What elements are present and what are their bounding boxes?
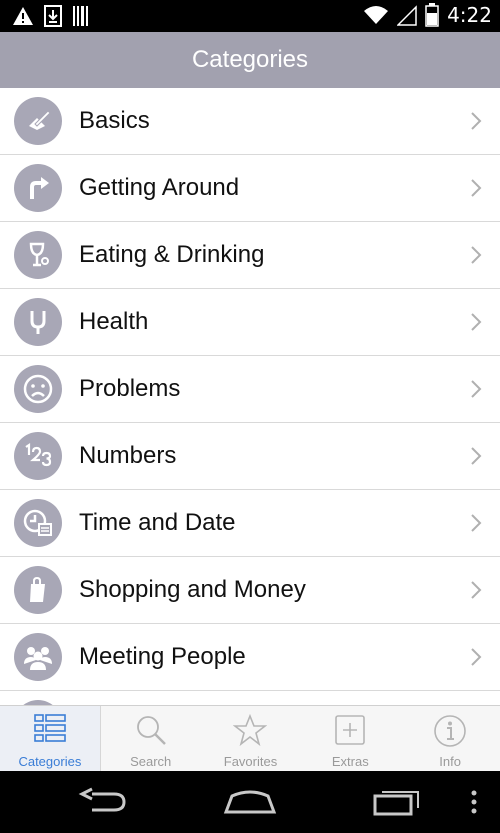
recent-apps-icon[interactable] [372, 786, 422, 818]
turn-arrow-icon [14, 164, 62, 212]
tab-label: Info [439, 754, 461, 769]
info-icon [434, 715, 466, 747]
category-row-meeting-people[interactable]: Meeting People [0, 624, 500, 691]
category-row-problems[interactable]: Problems [0, 356, 500, 423]
app-header: Categories [0, 32, 500, 88]
tab-info[interactable]: Info [400, 706, 500, 772]
chevron-right-icon [471, 380, 482, 398]
category-row-eating-drinking[interactable]: Eating & Drinking [0, 222, 500, 289]
warning-icon [13, 7, 33, 25]
chevron-right-icon [471, 179, 482, 197]
category-label: Numbers [79, 442, 177, 469]
category-label: Problems [79, 375, 181, 402]
battery-icon [425, 3, 439, 27]
numbers-icon [14, 432, 62, 480]
tab-extras[interactable]: Extras [300, 706, 400, 772]
tab-label: Categories [18, 754, 82, 769]
signal-icon [397, 5, 417, 26]
category-list[interactable]: Basics Getting Around Eating & Drinking … [0, 88, 500, 705]
back-icon[interactable] [78, 786, 128, 818]
tab-label: Search [130, 754, 172, 769]
category-row-shopping-money[interactable]: Shopping and Money [0, 557, 500, 624]
chevron-right-icon [471, 514, 482, 532]
list-icon [34, 714, 66, 742]
status-bar: 4:22 [0, 0, 500, 32]
chevron-right-icon [471, 648, 482, 666]
clock-calendar-icon [14, 499, 62, 547]
more-options-icon[interactable] [468, 786, 480, 818]
category-row-time-date[interactable]: Time and Date [0, 490, 500, 557]
people-icon [14, 633, 62, 681]
tab-favorites[interactable]: Favorites [201, 706, 301, 772]
home-icon[interactable] [222, 786, 278, 818]
category-label: Health [79, 308, 149, 335]
category-label: Eating & Drinking [79, 241, 265, 268]
category-label: Shopping and Money [79, 576, 306, 603]
tab-search[interactable]: Search [101, 706, 201, 772]
chevron-right-icon [471, 313, 482, 331]
sad-face-icon [14, 365, 62, 413]
tab-categories[interactable]: Categories [0, 706, 101, 772]
category-row-partial[interactable] [0, 691, 500, 705]
category-row-numbers[interactable]: Numbers [0, 423, 500, 490]
shopping-bag-icon [14, 566, 62, 614]
wifi-icon [364, 6, 389, 24]
category-label: Meeting People [79, 643, 246, 670]
clock-time: 4:22 [447, 3, 492, 27]
star-icon [233, 714, 268, 746]
category-row-health[interactable]: Health [0, 289, 500, 356]
glass-icon [14, 231, 62, 279]
barcode-icon [73, 6, 88, 26]
chevron-right-icon [471, 246, 482, 264]
category-label: Getting Around [79, 174, 240, 201]
stethoscope-icon [14, 298, 62, 346]
tab-bar: Categories Search Favorites Extras Info [0, 705, 500, 772]
chevron-right-icon [471, 581, 482, 599]
chevron-right-icon [471, 112, 482, 130]
category-label: Basics [79, 107, 150, 134]
category-label: Time and Date [79, 509, 236, 536]
plus-box-icon [335, 715, 366, 745]
category-row-basics[interactable]: Basics [0, 88, 500, 155]
pencil-paper-icon [14, 97, 62, 145]
search-icon [136, 716, 166, 745]
tab-label: Extras [331, 754, 369, 769]
tab-label: Favorites [223, 754, 278, 769]
category-row-getting-around[interactable]: Getting Around [0, 155, 500, 222]
download-icon [44, 5, 62, 27]
page-title: Categories [191, 46, 309, 73]
system-nav-bar [0, 771, 500, 833]
chevron-right-icon [471, 447, 482, 465]
